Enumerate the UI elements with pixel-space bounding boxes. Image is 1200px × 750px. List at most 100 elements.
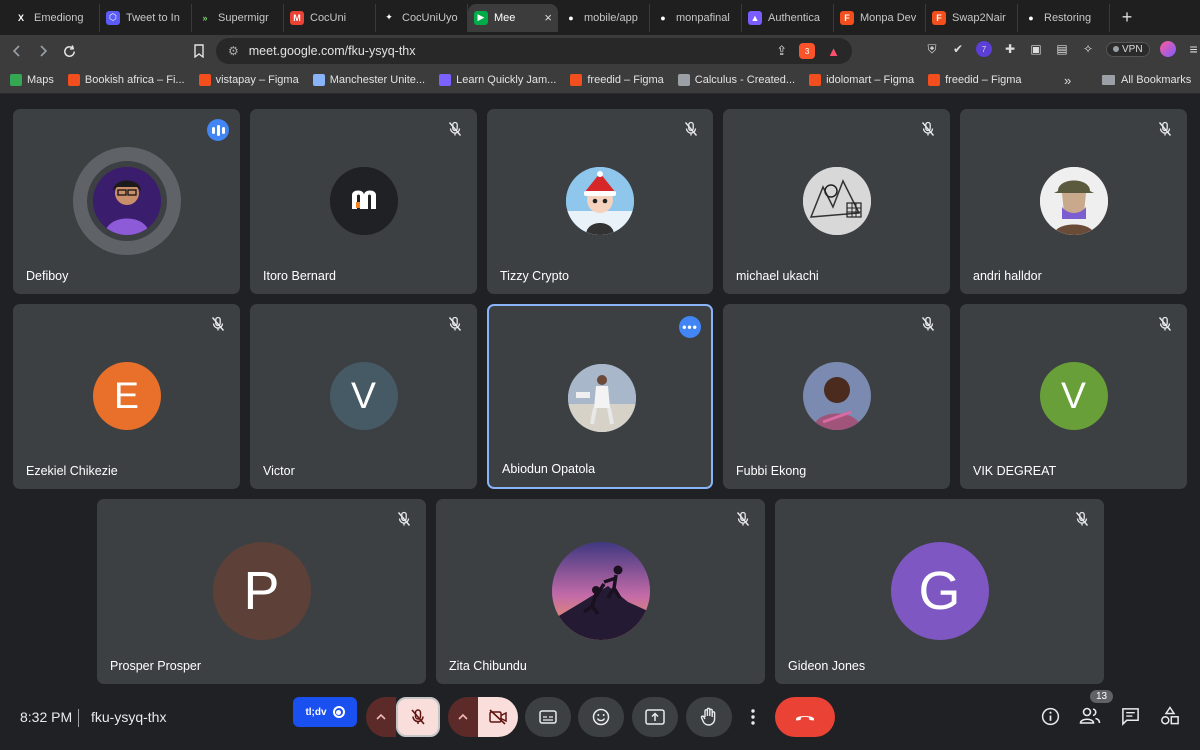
bookmark-item[interactable]: Maps bbox=[10, 74, 54, 86]
participant-tile[interactable]: michael ukachi bbox=[723, 109, 950, 294]
bookmark-favicon-icon bbox=[198, 74, 211, 86]
participant-tile[interactable]: Fubbi Ekong bbox=[723, 304, 950, 489]
participant-tile[interactable]: V Victor bbox=[250, 304, 477, 489]
forward-button[interactable] bbox=[30, 38, 56, 64]
address-bar[interactable]: ⚙ meet.google.com/fku-ysyq-thx ⇪ 3 ▲ bbox=[216, 38, 852, 64]
mic-off-icon bbox=[735, 511, 751, 527]
activities-button[interactable] bbox=[1159, 705, 1181, 727]
site-settings-icon[interactable]: ⚙ bbox=[228, 44, 239, 58]
bookmark-item[interactable]: Bookish africa – Fi... bbox=[67, 74, 185, 86]
mic-off-icon bbox=[396, 511, 412, 527]
figma-icon: F bbox=[932, 10, 946, 25]
browser-tab[interactable]: ⬡ Tweet to In bbox=[100, 3, 192, 32]
browser-tab-title: monpafinal bbox=[676, 11, 730, 24]
browser-tab[interactable]: » Supermigr bbox=[192, 3, 284, 32]
more-options-button[interactable] bbox=[740, 697, 766, 737]
turn-on-camera-button[interactable] bbox=[478, 697, 518, 737]
arrow-right-icon bbox=[40, 45, 48, 57]
bookmark-item[interactable]: freedid – Figma bbox=[570, 74, 664, 86]
participant-tile[interactable]: Itoro Bernard bbox=[250, 109, 477, 294]
participant-tile[interactable]: P Prosper Prosper bbox=[97, 499, 426, 684]
browser-tab[interactable]: ✦ CocUniUyo bbox=[376, 3, 468, 32]
browser-tab-title: Supermigr bbox=[218, 11, 269, 24]
participant-avatar: P bbox=[212, 541, 311, 640]
browser-tab[interactable]: ● monpafinal bbox=[650, 3, 742, 32]
sidebar-icon[interactable]: ▣ bbox=[1028, 41, 1044, 57]
people-button[interactable] bbox=[1079, 705, 1101, 727]
participant-tile[interactable]: andri halldor bbox=[960, 109, 1187, 294]
menu-icon[interactable]: ≡ bbox=[1186, 41, 1200, 57]
participant-tile[interactable]: Defiboy bbox=[13, 109, 240, 294]
ai-sparkle-icon[interactable]: ✧ bbox=[1080, 41, 1096, 57]
reload-button[interactable] bbox=[56, 38, 82, 64]
extension-badge-icon[interactable]: 7 bbox=[976, 41, 992, 57]
bookmark-item[interactable]: idolomart – Figma bbox=[809, 74, 914, 86]
captions-button[interactable] bbox=[525, 697, 571, 737]
participant-tile[interactable]: Tizzy Crypto bbox=[487, 109, 713, 294]
gmail-icon: M bbox=[290, 10, 304, 25]
browser-tab[interactable]: F Swap2Nair bbox=[926, 3, 1018, 32]
tile-options-icon[interactable]: ••• bbox=[679, 316, 701, 338]
participant-name: andri halldor bbox=[973, 269, 1042, 283]
browser-tab[interactable]: M CocUni bbox=[284, 3, 376, 32]
chat-button[interactable] bbox=[1119, 705, 1141, 727]
browser-tab[interactable]: ● mobile/app bbox=[558, 3, 650, 32]
video-options-button[interactable] bbox=[448, 697, 478, 737]
bookmark-item[interactable]: Manchester Unite... bbox=[312, 74, 426, 86]
brave-shield-icon[interactable]: 3 bbox=[799, 43, 816, 59]
browser-tab-title: Authentica bbox=[768, 11, 820, 24]
bookmark-item[interactable]: Learn Quickly Jam... bbox=[439, 74, 556, 86]
check-circle-icon[interactable]: ✔ bbox=[950, 41, 966, 57]
browser-tab-title: Tweet to In bbox=[126, 11, 180, 24]
participant-tile[interactable]: ••• Abiodun Opatola bbox=[487, 304, 713, 489]
bookmark-label: vistapay – Figma bbox=[215, 74, 299, 86]
browser-tab[interactable]: ● Restoring bbox=[1018, 3, 1110, 32]
browser-tab[interactable]: ▲ Authentica bbox=[742, 3, 834, 32]
audio-options-button[interactable] bbox=[366, 697, 396, 737]
new-tab-button[interactable]: + bbox=[1114, 5, 1140, 31]
bookmark-page-button[interactable] bbox=[186, 38, 212, 64]
bookmark-item[interactable]: vistapay – Figma bbox=[198, 74, 299, 86]
wallet-icon[interactable]: ▤ bbox=[1054, 41, 1070, 57]
bookmark-label: Learn Quickly Jam... bbox=[456, 74, 557, 86]
participant-tile[interactable]: Zita Chibundu bbox=[436, 499, 765, 684]
bookmark-label: Manchester Unite... bbox=[329, 74, 426, 86]
close-tab-icon[interactable]: × bbox=[544, 10, 552, 25]
emoji-icon bbox=[592, 708, 610, 726]
people-count-badge: 13 bbox=[1090, 690, 1114, 703]
participant-tile[interactable]: V VIK DEGREAT bbox=[960, 304, 1187, 489]
browser-tab[interactable]: F Monpa Dev bbox=[834, 3, 926, 32]
bookmark-label: Bookish africa – Fi... bbox=[84, 74, 185, 86]
participant-tile[interactable]: E Ezekiel Chikezie bbox=[13, 304, 240, 489]
all-bookmarks-button[interactable]: All Bookmarks bbox=[1102, 74, 1191, 86]
meeting-details-button[interactable] bbox=[1039, 705, 1061, 727]
shield-icon[interactable]: ⛨ bbox=[924, 41, 940, 57]
back-button[interactable] bbox=[4, 38, 30, 64]
profile-avatar[interactable] bbox=[1159, 41, 1176, 57]
share-icon[interactable]: ⇪ bbox=[776, 43, 787, 59]
more-bookmarks-button[interactable]: » bbox=[1064, 73, 1071, 88]
browser-tab[interactable]: X Emediong bbox=[8, 3, 100, 32]
leave-call-button[interactable] bbox=[775, 697, 835, 737]
participant-name: Prosper Prosper bbox=[110, 659, 202, 673]
folder-icon bbox=[1102, 75, 1115, 85]
participant-tile[interactable]: G Gideon Jones bbox=[775, 499, 1104, 684]
clock-time: 8:32 PM bbox=[20, 709, 73, 725]
brave-rewards-icon[interactable]: ▲ bbox=[827, 44, 840, 59]
browser-tab-title: CocUni bbox=[310, 11, 347, 24]
mic-off-icon bbox=[411, 709, 425, 725]
present-now-button[interactable] bbox=[632, 697, 678, 737]
browser-tab[interactable]: ▶ Mee × bbox=[468, 3, 558, 32]
reactions-button[interactable] bbox=[578, 697, 624, 737]
bookmark-favicon-icon bbox=[67, 74, 80, 86]
bookmark-item[interactable]: Calculus - Created... bbox=[677, 74, 795, 86]
raise-hand-button[interactable] bbox=[686, 697, 732, 737]
puzzle-icon[interactable]: ✚ bbox=[1002, 41, 1018, 57]
unmute-microphone-button[interactable] bbox=[396, 697, 440, 737]
bookmark-item[interactable]: freedid – Figma bbox=[928, 74, 1022, 86]
extensions-row: ⛨ ✔ 7 ✚ ▣ ▤ ✧ VPN ≡ bbox=[924, 41, 1200, 57]
vpn-button[interactable]: VPN bbox=[1106, 41, 1150, 57]
bookmark-icon bbox=[194, 44, 204, 58]
vpn-dot-icon bbox=[1113, 46, 1119, 52]
tldv-record-button[interactable]: tl;dv bbox=[293, 697, 357, 727]
